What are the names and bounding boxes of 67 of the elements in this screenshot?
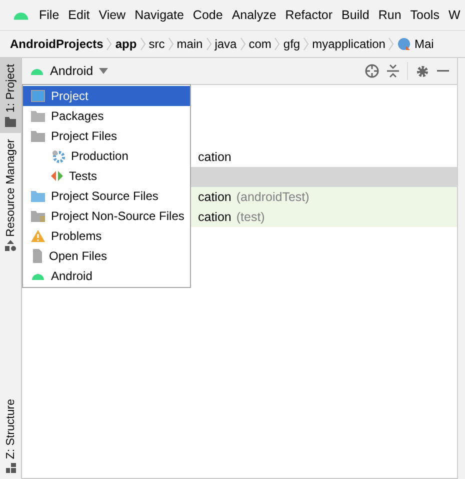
menu-option[interactable]: Android — [23, 266, 190, 286]
folder-icon — [31, 110, 45, 122]
menu-item[interactable]: W — [448, 8, 460, 22]
shapes-icon — [5, 240, 16, 252]
crosshair-icon[interactable] — [365, 64, 379, 78]
settings-icon[interactable] — [416, 64, 429, 78]
menu-option[interactable]: Problems — [23, 226, 190, 246]
row-suffix: (androidTest) — [236, 190, 310, 204]
chevron-icon — [303, 37, 310, 51]
chevron-icon — [168, 37, 174, 51]
menu-item[interactable]: Analyze — [232, 8, 276, 22]
menu-option[interactable]: Project Non-Source Files — [23, 206, 190, 226]
menu-item[interactable]: Run — [378, 8, 402, 22]
menu-item[interactable]: File — [39, 8, 60, 22]
chevron-icon — [106, 37, 112, 51]
menu-option[interactable]: Project — [23, 86, 190, 106]
menu-option[interactable]: Production — [23, 146, 190, 166]
view-selector[interactable]: Android — [30, 64, 108, 78]
breadcrumb-item[interactable]: myapplication — [312, 37, 386, 51]
chevron-icon — [388, 37, 394, 51]
chevron-icon — [140, 37, 146, 51]
tool-window-tab[interactable]: Resource Manager — [0, 132, 21, 258]
menu-item[interactable]: Navigate — [134, 8, 184, 22]
breadcrumb-item[interactable]: AndroidProjects — [10, 37, 104, 51]
android-icon — [31, 271, 45, 281]
chevron-icon — [206, 37, 212, 51]
view-label: Android — [50, 64, 94, 78]
menu-item[interactable]: Code — [192, 8, 223, 22]
breadcrumb-item[interactable]: app — [115, 37, 137, 51]
row-label: cation — [198, 190, 232, 204]
folder-icon — [5, 116, 16, 127]
arrows-icon — [51, 170, 63, 182]
breadcrumb-item[interactable]: Mai — [414, 37, 434, 51]
file-icon — [31, 249, 43, 263]
breadcrumb-item[interactable]: com — [248, 37, 272, 51]
folder-icon — [31, 190, 45, 202]
tool-window-tab[interactable]: Z: Structure — [0, 392, 21, 479]
folder-icon — [31, 130, 45, 142]
warning-icon — [31, 230, 45, 242]
minimize-icon[interactable] — [437, 69, 449, 73]
row-label: cation — [198, 210, 232, 224]
chevron-icon — [240, 37, 246, 51]
breadcrumb-item[interactable]: java — [214, 37, 237, 51]
menu-item[interactable]: Refactor — [285, 8, 333, 22]
caret-icon — [99, 68, 108, 74]
menu-option[interactable]: Open Files — [23, 246, 190, 266]
folder-icon — [31, 210, 45, 222]
gear-icon — [51, 149, 65, 163]
menu-option[interactable]: Packages — [23, 106, 190, 126]
menu-option[interactable]: Tests — [23, 166, 190, 186]
collapse-icon[interactable] — [387, 64, 399, 78]
window-icon — [31, 90, 45, 102]
breadcrumb-item[interactable]: src — [148, 37, 165, 51]
class-icon — [397, 37, 412, 51]
menu-option[interactable]: Project Files — [23, 126, 190, 146]
menu-option[interactable]: Project Source Files — [23, 186, 190, 206]
android-icon — [30, 66, 44, 76]
row-suffix: (test) — [236, 210, 265, 224]
menu-item[interactable]: Edit — [68, 8, 90, 22]
breadcrumb-item[interactable]: main — [176, 37, 203, 51]
menu-item[interactable]: Tools — [410, 8, 440, 22]
breadcrumb-item[interactable]: gfg — [283, 37, 300, 51]
menu-item[interactable]: View — [98, 8, 126, 22]
blocks-icon — [6, 463, 16, 473]
chevron-icon — [274, 37, 280, 51]
menu-item[interactable]: Build — [342, 8, 370, 22]
tool-window-tab[interactable]: 1: Project — [0, 58, 21, 133]
